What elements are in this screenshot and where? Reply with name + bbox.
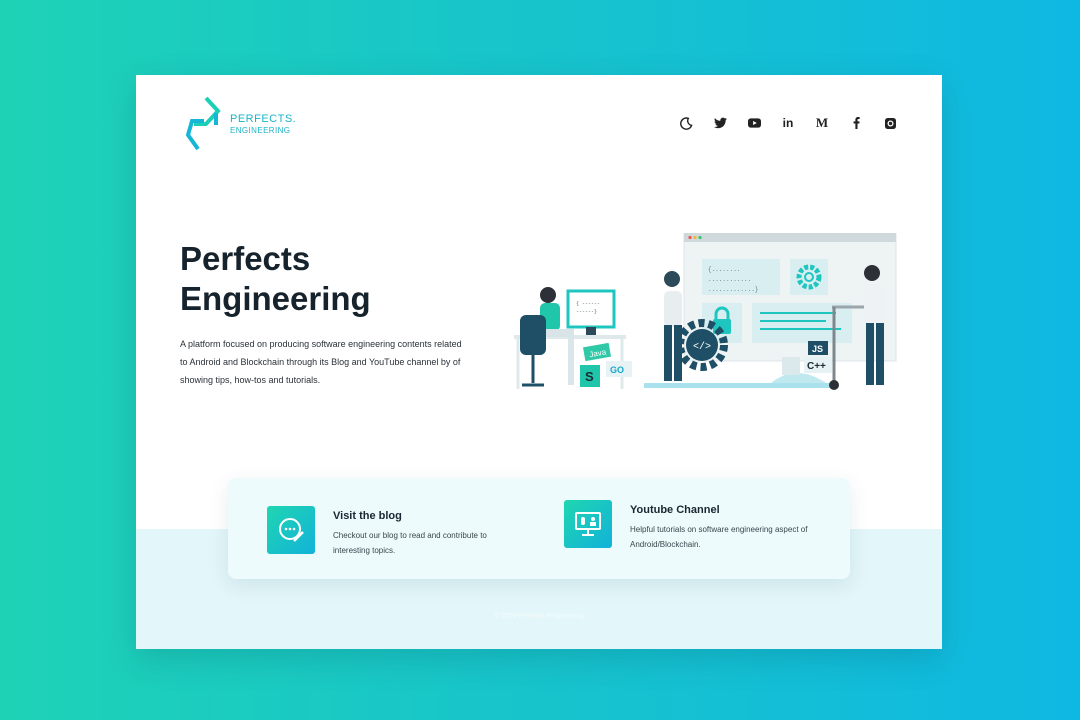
svg-text:JS: JS: [812, 344, 823, 354]
js-badge: JS: [808, 341, 828, 355]
instagram-icon[interactable]: [882, 115, 898, 131]
social-nav: in M: [678, 115, 898, 131]
blog-card[interactable]: Visit the blog Checkout our blog to read…: [267, 506, 513, 558]
hero-illustration: {........ ............ .............} { …: [514, 233, 897, 390]
svg-text:.............}: .............}: [708, 286, 758, 293]
blog-card-title[interactable]: Visit the blog: [333, 510, 513, 522]
svg-text:S: S: [585, 369, 594, 384]
cpp-badge: C++: [804, 357, 832, 373]
youtube-card-title[interactable]: Youtube Channel: [630, 504, 810, 516]
monitor-video-icon: [564, 500, 612, 548]
logo-mark-icon: [186, 96, 221, 151]
blog-card-text: Checkout our blog to read and contribute…: [333, 531, 487, 555]
hero-description: A platform focused on producing software…: [180, 339, 462, 385]
chat-edit-icon: [267, 506, 315, 554]
hero-title: Perfects Engineering: [180, 240, 371, 317]
java-badge: Java: [582, 342, 612, 362]
medium-icon[interactable]: M: [814, 115, 830, 131]
landing-page: PERFECTS. ENGINEERING in M Perfects Engi…: [136, 75, 942, 649]
svg-text:{........: {........: [708, 266, 740, 273]
svg-text:{ ------: { ------: [576, 301, 600, 307]
linkedin-icon[interactable]: in: [780, 115, 796, 131]
youtube-icon[interactable]: [746, 115, 762, 131]
svg-text:............: ............: [708, 276, 751, 283]
go-badge: GO: [606, 361, 632, 377]
s-badge: S: [580, 365, 600, 387]
twitter-icon[interactable]: [712, 115, 728, 131]
brand-logo[interactable]: PERFECTS. ENGINEERING: [186, 95, 296, 153]
svg-text:------}: ------}: [576, 309, 597, 315]
brand-subname: ENGINEERING: [230, 125, 291, 135]
footer-copyright: © 2020 Perfects Engineering: [494, 613, 584, 620]
brand-name: PERFECTS.: [230, 112, 297, 125]
youtube-card-text: Helpful tutorials on software engineerin…: [630, 525, 808, 549]
youtube-card[interactable]: Youtube Channel Helpful tutorials on sof…: [564, 500, 810, 552]
feature-cards: Visit the blog Checkout our blog to read…: [228, 478, 850, 579]
facebook-icon[interactable]: [848, 115, 864, 131]
svg-text:</>: </>: [693, 341, 711, 353]
svg-text:C++: C++: [807, 361, 826, 372]
moon-icon[interactable]: [678, 115, 694, 131]
svg-text:GO: GO: [610, 365, 624, 375]
